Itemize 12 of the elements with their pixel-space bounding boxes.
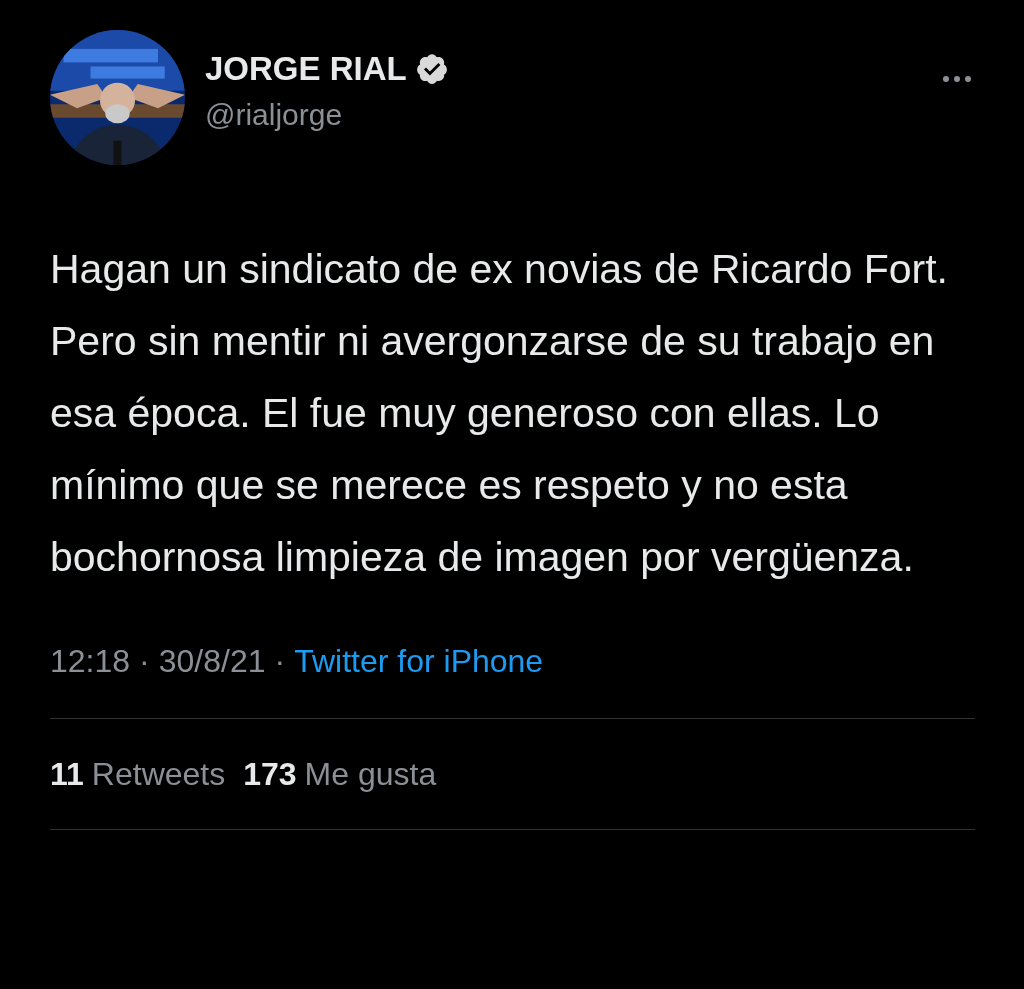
stat-count: 11 bbox=[50, 756, 84, 793]
tweet-date: 30/8/21 bbox=[158, 643, 266, 680]
tweet-text: Hagan un sindicato de ex novias de Ricardo Fort. Pero sin mentir ni avergonzarse de su trabajo en esa época. El fue muy generoso con ellas. Lo mínimo que se merece es respeto y no esta bochornosa limpieza de imagen por vergüenza. bbox=[50, 245, 949, 582]
tweet-time: 12:18 bbox=[50, 643, 131, 680]
source-link[interactable]: Twitter for iPhone bbox=[294, 643, 544, 680]
stat-count: 173 bbox=[243, 756, 297, 793]
stat-label[interactable]: Retweets bbox=[91, 756, 226, 793]
stat-label[interactable]: Me gusta bbox=[304, 756, 437, 793]
author-handle[interactable]: @rialjorge bbox=[205, 98, 939, 132]
separator: · bbox=[274, 643, 286, 680]
separator: · bbox=[139, 643, 150, 680]
author-name[interactable]: JORGE RIAL bbox=[205, 50, 407, 88]
